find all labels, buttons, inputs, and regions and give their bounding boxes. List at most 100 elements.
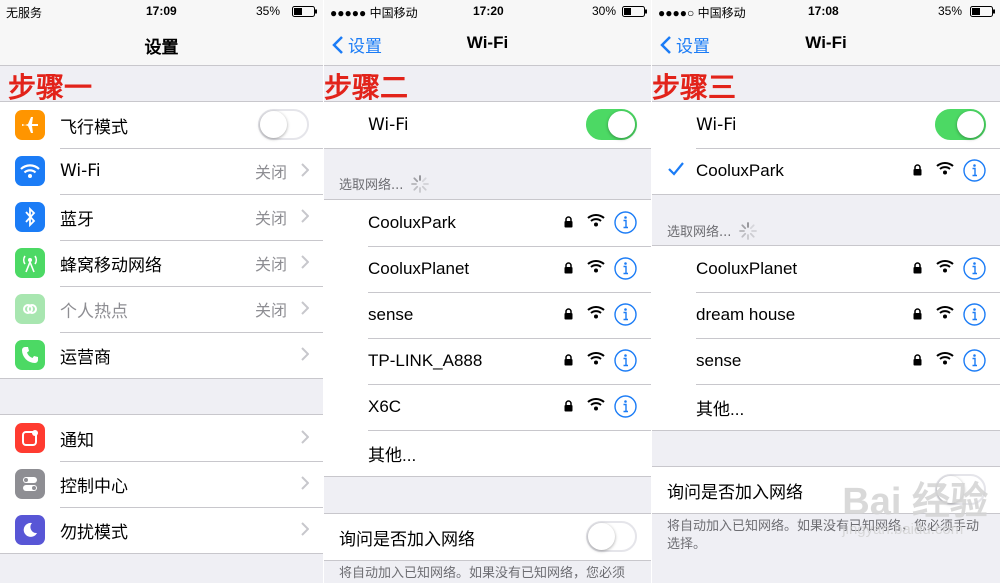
settings-row-airplane[interactable]: 飞行模式 — [0, 102, 323, 148]
row-value: 关闭 — [254, 301, 287, 320]
wifi-icon — [15, 156, 45, 186]
lock-icon — [564, 262, 573, 274]
lock-icon — [564, 354, 573, 366]
wifi-toggle[interactable] — [586, 109, 637, 140]
lock-icon — [913, 354, 922, 366]
airplane-toggle[interactable] — [258, 109, 309, 140]
battery-percent: 30% — [592, 4, 617, 18]
settings-row-carrier[interactable]: 运营商 — [0, 332, 323, 378]
step-label: 步骤一 — [8, 71, 93, 104]
wifi-toggle[interactable] — [935, 109, 986, 140]
info-icon[interactable] — [614, 303, 637, 326]
network-row[interactable]: CooluxPark — [324, 200, 651, 246]
settings-screen: 无服务 17:09 35% 设置 步骤一 飞行模式 Wi-Fi 关闭 蓝牙 关闭… — [0, 0, 323, 583]
wifi-signal-icon — [587, 260, 605, 273]
phone-icon — [15, 340, 45, 370]
control-center-icon — [15, 469, 45, 499]
settings-row-notifications[interactable]: 通知 — [0, 415, 323, 461]
settings-row-do-not-disturb[interactable]: 勿扰模式 — [0, 507, 323, 553]
ask-join-label: 询问是否加入网络 — [667, 482, 803, 503]
ask-join-footer: 将自动加入已知网络。如果没有已知网络，您必须 — [339, 566, 626, 581]
wifi-label: Wi-Fi — [696, 115, 737, 135]
row-label: 通知 — [60, 430, 94, 451]
settings-row-bluetooth[interactable]: 蓝牙 关闭 — [0, 194, 323, 240]
wifi-toggle-group: Wi-Fi — [324, 101, 651, 149]
network-row[interactable]: sense — [324, 292, 651, 338]
info-icon[interactable] — [963, 303, 986, 326]
settings-row-hotspot[interactable]: 个人热点 关闭 — [0, 286, 323, 332]
lock-icon — [564, 308, 573, 320]
page-title: Wi-Fi — [466, 33, 509, 52]
row-value: 关闭 — [254, 163, 287, 182]
screenshot-composite: 无服务 17:09 35% 设置 步骤一 飞行模式 Wi-Fi 关闭 蓝牙 关闭… — [0, 0, 1000, 583]
status-bar: ●●●●○ 中国移动 17:08 35% — [652, 0, 1000, 22]
nav-bar: 设置 Wi-Fi — [652, 22, 1000, 66]
carrier-text: ●●●●● 中国移动 — [330, 6, 418, 20]
row-label: 飞行模式 — [60, 117, 128, 138]
wifi-toggle-group: Wi-Fi CooluxPark — [652, 101, 1000, 195]
ask-join-toggle[interactable] — [586, 521, 637, 552]
settings-group-network: 飞行模式 Wi-Fi 关闭 蓝牙 关闭 蜂窝移动网络 关闭 个人热点 关闭 运营… — [0, 101, 323, 379]
network-row[interactable]: sense — [652, 338, 1000, 384]
battery-percent: 35% — [256, 4, 281, 18]
settings-row-wifi[interactable]: Wi-Fi 关闭 — [0, 148, 323, 194]
info-icon[interactable] — [614, 349, 637, 372]
checkmark-icon — [668, 162, 684, 176]
network-name: TP-LINK_A888 — [368, 351, 483, 370]
wifi-signal-icon — [936, 352, 954, 365]
page-title: 设置 — [144, 38, 179, 57]
wifi-toggle-row: Wi-Fi — [324, 102, 651, 148]
carrier-text: 无服务 — [6, 6, 43, 20]
battery-icon — [622, 6, 648, 20]
page-title: Wi-Fi — [805, 33, 847, 52]
row-label: 个人热点 — [60, 301, 128, 322]
choose-network-header: 选取网络... — [339, 174, 430, 193]
network-row[interactable]: dream house — [652, 292, 1000, 338]
choose-network-label: 选取网络... — [339, 178, 404, 193]
wifi-screen-step2: ●●●●● 中国移动 17:20 30% 设置 Wi-Fi 步骤二 Wi-Fi … — [324, 0, 651, 583]
other-network-row[interactable]: 其他... — [652, 384, 1000, 430]
info-icon[interactable] — [963, 257, 986, 280]
other-network-label: 其他... — [368, 445, 417, 465]
network-row[interactable]: X6C — [324, 384, 651, 430]
step-label: 步骤三 — [652, 71, 737, 104]
battery-percent: 35% — [938, 4, 963, 18]
info-icon[interactable] — [614, 211, 637, 234]
network-row[interactable]: CooluxPlanet — [324, 246, 651, 292]
bluetooth-icon — [15, 202, 45, 232]
network-name: dream house — [696, 305, 796, 324]
info-icon[interactable] — [614, 395, 637, 418]
info-icon[interactable] — [963, 349, 986, 372]
wifi-signal-icon — [587, 398, 605, 411]
wifi-signal-icon — [936, 306, 954, 319]
wifi-signal-icon — [936, 260, 954, 273]
wifi-signal-icon — [587, 352, 605, 365]
connected-network-row[interactable]: CooluxPark — [652, 148, 1000, 194]
wifi-signal-icon — [936, 162, 954, 175]
other-network-row[interactable]: 其他... — [324, 430, 651, 476]
row-value: 关闭 — [254, 255, 287, 274]
network-row[interactable]: CooluxPlanet — [652, 246, 1000, 292]
battery-icon — [292, 6, 318, 20]
network-name: sense — [368, 305, 414, 324]
settings-row-cellular[interactable]: 蜂窝移动网络 关闭 — [0, 240, 323, 286]
wifi-label: Wi-Fi — [368, 115, 409, 135]
network-name: CooluxPlanet — [368, 259, 470, 278]
status-bar: 无服务 17:09 35% — [0, 0, 323, 22]
row-label: 蓝牙 — [60, 209, 94, 230]
info-icon[interactable] — [614, 257, 637, 280]
chevron-right-icon — [301, 301, 309, 315]
hotspot-icon — [15, 294, 45, 324]
row-label: 蜂窝移动网络 — [60, 255, 162, 276]
lock-icon — [564, 216, 573, 228]
network-list: CooluxPark CooluxPlanet sense TP-LINK_A8… — [324, 199, 651, 477]
settings-row-control-center[interactable]: 控制中心 — [0, 461, 323, 507]
lock-icon — [913, 164, 922, 176]
cellular-icon — [15, 248, 45, 278]
row-label: 勿扰模式 — [60, 522, 128, 543]
network-row[interactable]: TP-LINK_A888 — [324, 338, 651, 384]
info-icon[interactable] — [963, 159, 986, 182]
network-name: CooluxPark — [368, 213, 456, 232]
chevron-right-icon — [301, 255, 309, 269]
watermark: Bai 经验 jingyan.baidu.com — [842, 470, 988, 538]
